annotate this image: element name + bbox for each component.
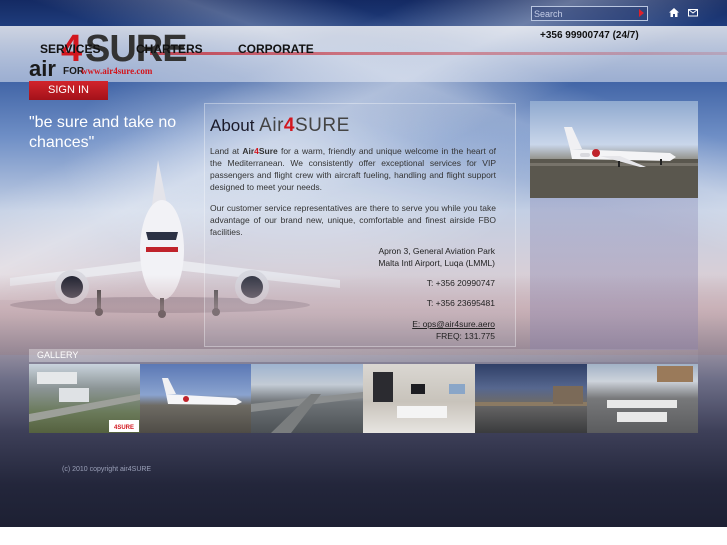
airfield-illustration: [251, 392, 363, 433]
gallery-jet-illustration: [162, 378, 242, 405]
thumb-logo-text: 4SURE: [114, 425, 134, 431]
about-p1-brand-b: Sure: [258, 146, 278, 156]
logo-air: air: [29, 56, 56, 81]
aerial-hangars-illustration: 4SURE: [29, 372, 140, 432]
logo-url: www.air4sure.com: [81, 66, 153, 76]
apron-markings-illustration: [607, 366, 693, 422]
telephone-2: T: +356 23695481: [426, 298, 495, 308]
about-paragraph-1: Land at Air4Sure for a warm, friendly an…: [210, 145, 496, 193]
nav-services[interactable]: SERVICES: [40, 42, 100, 56]
copyright-text: (c) 2010 copyright air4SURE: [62, 466, 152, 473]
search-go-icon[interactable]: [639, 9, 644, 17]
address-line-2: Malta Intl Airport, Luqa (LMML): [378, 258, 495, 268]
about-p1-brand-a: Air: [242, 146, 255, 156]
gallery-thumb-dusk[interactable]: [475, 364, 587, 433]
nav-charters[interactable]: CHARTERS: [136, 42, 203, 56]
gallery-thumb-aerial[interactable]: 4SURE: [29, 364, 140, 433]
tagline: "be sure and take no chances": [29, 114, 177, 151]
lounge-illustration: [373, 372, 465, 418]
side-photo-private-jet: [530, 101, 698, 198]
search-input[interactable]: [534, 7, 634, 20]
about-title-prefix: About: [210, 116, 255, 135]
gallery-label: GALLERY: [37, 350, 79, 360]
mail-icon[interactable]: [688, 8, 698, 17]
accent-stripe: [150, 52, 727, 55]
about-title-brand-4: 4: [283, 115, 295, 136]
email-link[interactable]: E: ops@air4sure.aero: [412, 319, 495, 329]
about-p1-lead: Land at: [210, 146, 243, 156]
gallery-thumb-airfield[interactable]: [251, 364, 363, 433]
search-box: [531, 6, 648, 21]
about-title: About Air4SURE: [210, 115, 350, 137]
sign-in-button[interactable]: SIGN IN: [29, 81, 108, 100]
gallery-thumb-jet[interactable]: [140, 364, 251, 433]
about-title-brand-b: SURE: [294, 115, 350, 136]
gallery-thumb-apron[interactable]: [587, 364, 698, 433]
gallery-bar: [29, 349, 698, 362]
address-line-1: Apron 3, General Aviation Park: [378, 246, 495, 256]
telephone-1: T: +356 20990747: [426, 278, 495, 288]
phone-number: +356 99900747 (24/7): [540, 30, 639, 41]
home-icon[interactable]: [669, 8, 679, 17]
private-jet-illustration: [530, 127, 698, 198]
gallery-thumb-lounge[interactable]: [363, 364, 475, 433]
about-title-brand: Air4SURE: [259, 115, 350, 136]
nav-corporate[interactable]: CORPORATE: [238, 42, 314, 56]
radio-frequency: FREQ: 131.775: [435, 331, 495, 341]
about-paragraph-2: Our customer service representatives are…: [210, 203, 496, 237]
dusk-airport-illustration: [475, 386, 587, 406]
page-background: air 4 SURE FOR www.air4sure.com SERVICES…: [0, 0, 727, 527]
about-title-brand-a: Air: [259, 115, 284, 136]
